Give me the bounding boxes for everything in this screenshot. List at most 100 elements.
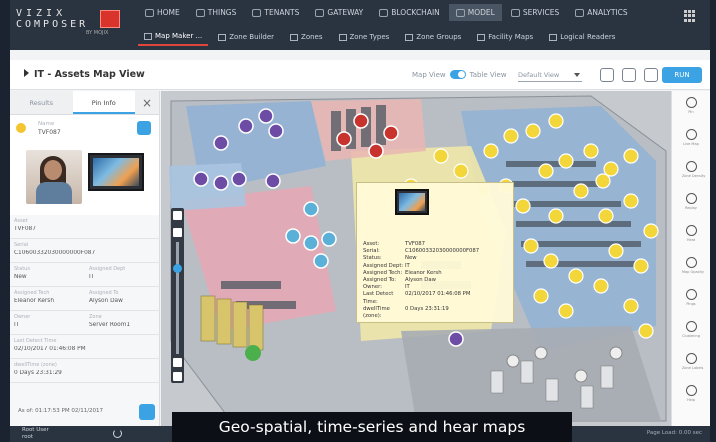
nav-blockchain[interactable]: BLOCKCHAIN bbox=[372, 4, 447, 21]
refresh-button[interactable] bbox=[139, 404, 155, 420]
view-select[interactable]: Default View bbox=[518, 68, 582, 82]
nav-label: SERVICES bbox=[522, 8, 560, 17]
popup-row: Assigned Tech: Eleanor Kersh bbox=[363, 270, 513, 277]
run-button[interactable]: RUN bbox=[662, 67, 702, 83]
popup-row: Last Detect Time: 02/10/2017 01:46:08 PM bbox=[363, 291, 513, 305]
nav-analytics[interactable]: ANALYTICS bbox=[568, 4, 634, 21]
nav-home[interactable]: HOME bbox=[138, 4, 187, 21]
popup-key: Asset: bbox=[363, 241, 380, 247]
tool-clustering[interactable]: Clustering bbox=[682, 321, 700, 351]
tenants-icon bbox=[252, 8, 262, 17]
tool-help[interactable]: Help bbox=[682, 385, 700, 415]
live-map-icon bbox=[685, 129, 697, 140]
home-icon bbox=[145, 8, 154, 17]
share-icon[interactable] bbox=[622, 68, 636, 82]
subnav-item[interactable]: Zone Groups bbox=[399, 28, 467, 46]
zone-blue-mid bbox=[169, 163, 246, 211]
field-cell: Assigned To Alyson Daw bbox=[85, 287, 160, 310]
tool-label: Replay bbox=[685, 206, 697, 210]
clustering-icon bbox=[685, 321, 697, 332]
nav-tenants[interactable]: TENANTS bbox=[245, 4, 306, 21]
popup-details: Asset: TVF087 Serial: C10600332030000000F08… bbox=[363, 241, 513, 320]
opacity-icon bbox=[685, 257, 697, 268]
tool-zone-labels[interactable]: Zone Labels bbox=[682, 353, 703, 383]
field-value: Eleanor Kersh bbox=[14, 298, 54, 304]
help-icon bbox=[685, 385, 697, 396]
as-of-timestamp: As of: 01:17:53 PM 02/11/2017 bbox=[18, 408, 104, 414]
subnav-label: Logical Readers bbox=[560, 33, 616, 41]
tool-pin[interactable]: Pin bbox=[682, 97, 700, 127]
pin-info-popup[interactable]: Asset: TVF087 Serial: C10600332030000000F08… bbox=[356, 182, 514, 323]
apps-grid-icon[interactable] bbox=[684, 10, 696, 22]
subnav-icon bbox=[338, 33, 347, 41]
zoom-out-icon[interactable] bbox=[173, 358, 182, 367]
nav-label: BLOCKCHAIN bbox=[391, 8, 440, 17]
popup-asset-photo bbox=[395, 189, 429, 215]
assignee-photo[interactable] bbox=[26, 150, 82, 204]
nav-model[interactable]: MODEL bbox=[448, 4, 502, 21]
nav-services[interactable]: SERVICES bbox=[504, 4, 566, 21]
nav-label: ANALYTICS bbox=[587, 8, 628, 17]
close-icon[interactable]: × bbox=[135, 91, 159, 114]
zoom-in-icon[interactable] bbox=[173, 228, 182, 237]
subnav-item[interactable]: Logical Readers bbox=[543, 28, 621, 46]
home-view-icon[interactable] bbox=[173, 372, 182, 381]
asset-photo[interactable] bbox=[88, 153, 144, 191]
subnav-item[interactable]: Zones bbox=[284, 28, 328, 46]
user-info[interactable]: Root User root bbox=[22, 427, 49, 440]
subnav-icon bbox=[549, 33, 558, 41]
edit-icon[interactable] bbox=[644, 68, 658, 82]
tool-live-map[interactable]: Live Map bbox=[682, 129, 700, 159]
left-panel: Results Pin Info × Name TVF087 Asset TVF0… bbox=[10, 91, 160, 426]
subnav-item[interactable]: Map Maker ... bbox=[138, 28, 209, 46]
app-frame: VIZIX COMPOSER BY MOJIX HOME THINGS TENANT… bbox=[10, 0, 710, 442]
page-title[interactable]: IT - Assets Map View bbox=[24, 69, 145, 80]
popup-value: Alyson Daw bbox=[405, 277, 436, 284]
name-value: TVF087 bbox=[38, 129, 61, 136]
tab-results[interactable]: Results bbox=[10, 91, 73, 114]
subnav-label: Zones bbox=[301, 33, 323, 41]
sub-nav: Map Maker ... Zone Builder Zones Zone Types… bbox=[138, 28, 621, 46]
services-icon bbox=[510, 8, 520, 17]
subnav-icon bbox=[477, 33, 486, 41]
zoom-slider-handle[interactable] bbox=[173, 264, 182, 273]
tool-zone-density[interactable]: Zone Density bbox=[682, 161, 705, 191]
popup-key: Serial: bbox=[363, 248, 380, 255]
tab-pin-info[interactable]: Pin Info bbox=[72, 91, 135, 114]
map-view-label: Map View bbox=[412, 70, 446, 79]
tool-heat[interactable]: Heat bbox=[682, 225, 700, 255]
app-logo[interactable]: VIZIX COMPOSER BY MOJIX bbox=[16, 8, 126, 42]
tool-replay[interactable]: Replay bbox=[682, 193, 700, 223]
subnav-item[interactable]: Zone Builder bbox=[212, 28, 280, 46]
popup-key: Status: bbox=[363, 255, 382, 262]
view-icon[interactable] bbox=[137, 121, 151, 135]
pin-color-icon bbox=[16, 123, 26, 133]
field-label: Serial bbox=[14, 242, 29, 248]
nav-gateway[interactable]: GATEWAY bbox=[308, 4, 370, 21]
popup-row: Serial: C10600332030000000F087 bbox=[363, 248, 513, 255]
field-value: Alyson Daw bbox=[89, 298, 123, 304]
logo-mark-icon bbox=[100, 10, 120, 28]
things-icon bbox=[195, 8, 205, 17]
zoom-slider-track[interactable] bbox=[176, 242, 179, 354]
popup-value: TVF087 bbox=[405, 241, 426, 247]
nav-label: THINGS bbox=[207, 8, 237, 17]
asset-header: Name TVF087 bbox=[10, 115, 159, 215]
expand-arrow-icon[interactable] bbox=[24, 69, 29, 77]
gateway-icon bbox=[315, 8, 325, 17]
popup-value: 02/10/2017 01:46:08 PM bbox=[405, 291, 471, 298]
field-row: dwellTime (zone) 0 Days 23:31:29 bbox=[10, 359, 160, 383]
nav-label: TENANTS bbox=[264, 8, 300, 17]
logout-power-icon[interactable] bbox=[113, 429, 122, 438]
nav-things[interactable]: THINGS bbox=[189, 4, 244, 21]
fullscreen-icon[interactable] bbox=[173, 211, 182, 220]
print-icon[interactable] bbox=[600, 68, 614, 82]
panel-tabs: Results Pin Info × bbox=[10, 91, 159, 115]
subnav-item[interactable]: Zone Types bbox=[333, 28, 396, 46]
tool-opacity[interactable]: Map Opacity bbox=[682, 257, 704, 287]
replay-icon bbox=[685, 193, 697, 204]
subnav-item[interactable]: Facility Maps bbox=[471, 28, 539, 46]
field-row: Serial C10600332030000000F087 bbox=[10, 239, 160, 263]
tool-pings[interactable]: Pings bbox=[682, 289, 700, 319]
view-toggle-switch[interactable] bbox=[449, 70, 466, 79]
